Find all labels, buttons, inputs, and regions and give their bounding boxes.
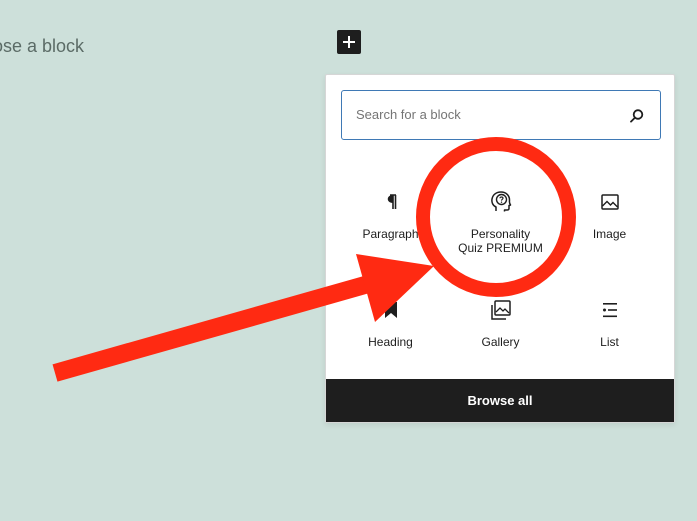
block-placeholder-text: ose a block: [0, 36, 85, 56]
head-question-icon: [490, 191, 511, 212]
block-inserter-popover: Paragraph Personality Quiz PREMIUM Image: [325, 74, 675, 423]
plus-icon: [343, 36, 355, 48]
block-paragraph[interactable]: Paragraph: [336, 187, 445, 277]
search-icon[interactable]: [628, 107, 646, 125]
browse-all-button[interactable]: Browse all: [326, 379, 674, 422]
block-image[interactable]: Image: [555, 187, 664, 277]
block-label: Image: [592, 227, 627, 241]
paragraph-icon: [387, 194, 396, 209]
block-label: Paragraph: [362, 227, 419, 241]
block-label: List: [600, 335, 619, 349]
block-list[interactable]: List: [555, 295, 664, 385]
gallery-icon: [490, 300, 511, 320]
block-label: Heading: [368, 335, 413, 349]
block-gallery[interactable]: Gallery: [446, 295, 555, 385]
block-label: Gallery: [481, 335, 520, 349]
image-icon: [600, 194, 619, 210]
list-icon: [602, 303, 617, 318]
block-label: Personality Quiz PREMIUM: [458, 227, 543, 255]
search-input[interactable]: [356, 91, 616, 138]
block-personality-quiz-premium[interactable]: Personality Quiz PREMIUM: [446, 187, 555, 277]
bookmark-icon: [384, 302, 397, 318]
search-box[interactable]: [341, 90, 661, 140]
block-heading[interactable]: Heading: [336, 295, 445, 385]
add-block-button[interactable]: [337, 30, 361, 54]
